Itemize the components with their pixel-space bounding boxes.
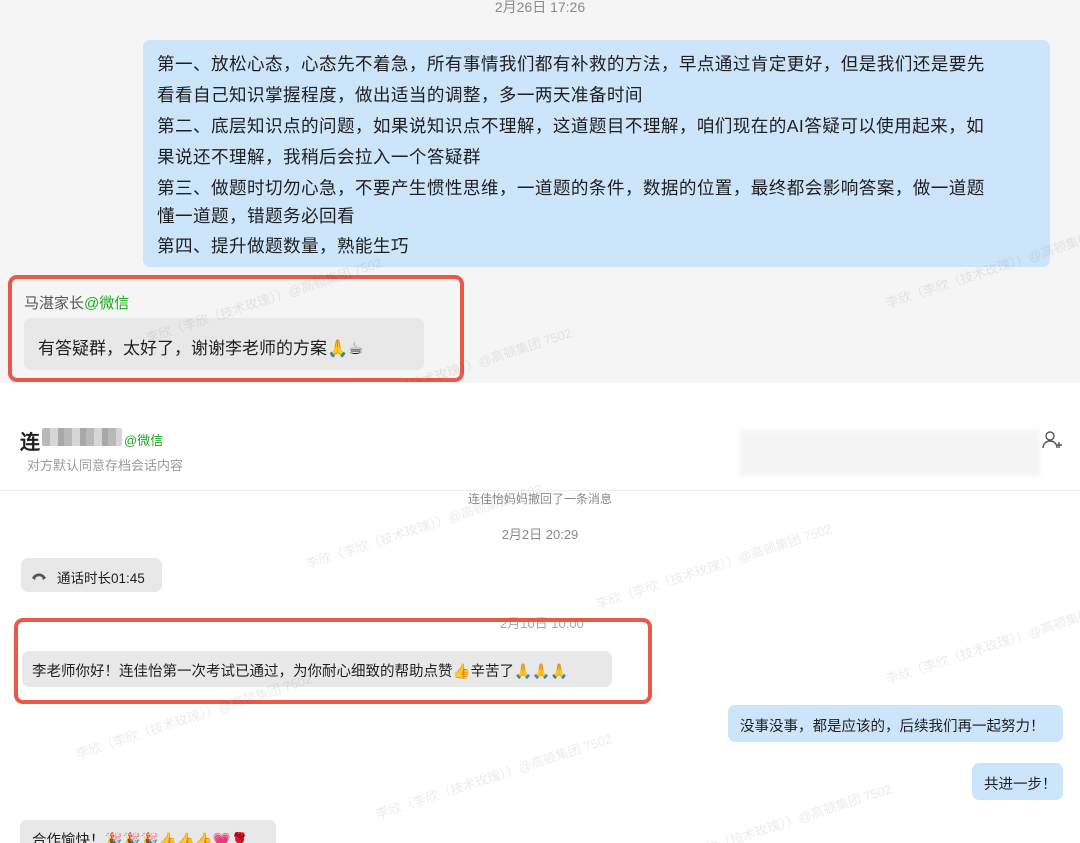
wechat-tag: @微信 xyxy=(124,433,164,448)
outgoing-message-bubble[interactable]: 共进一步！ xyxy=(972,763,1063,800)
add-contact-icon[interactable] xyxy=(1040,428,1064,452)
outgoing-message-bubble[interactable]: 没事没事，都是应该的，后续我们再一起努力！ xyxy=(728,705,1063,742)
blurred-area xyxy=(740,430,1040,476)
message-line: 果说还不理解，我稍后会拉入一个答疑群 xyxy=(157,147,481,167)
message-line: 第三、做题时切勿心急，不要产生惯性思维，一道题的条件，数据的位置，最终都会影响答… xyxy=(157,178,985,198)
highlight-box xyxy=(8,275,464,382)
message-line: 第一、放松心态，心态先不着急，所有事情我们都有补救的方法，早点通过肯定更好，但是… xyxy=(157,54,985,74)
message-line: 第四、提升做题数量，熟能生巧 xyxy=(157,236,409,256)
chat-timestamp: 2月26日 17:26 xyxy=(494,0,586,15)
call-duration: 通话时长01:45 xyxy=(57,571,145,586)
redacted-name xyxy=(42,428,122,446)
watermark: 李欣（李欣（技术玫瑰））@高顿集团 7502 xyxy=(654,781,894,843)
bottom-chat-panel: 连 @微信 对方默认同意存档会话内容 连佳怡妈妈撤回了一条消息 2月2日 20:… xyxy=(0,406,1080,843)
phone-icon xyxy=(31,569,47,580)
incoming-message-bubble[interactable]: 合作愉快！🎉🎉🎉👍👍👍💗🌹 xyxy=(20,820,276,843)
contact-name: 连 xyxy=(20,432,40,454)
message-line: 懂一道题，错题务必回看 xyxy=(157,206,355,226)
archive-notice: 对方默认同意存档会话内容 xyxy=(27,458,184,473)
watermark: 李欣（李欣（技术玫瑰））@高顿集团 7502 xyxy=(374,731,614,822)
watermark: 李欣（李欣（技术玫瑰））@高顿集团 7502 xyxy=(884,596,1080,687)
recall-notice: 连佳怡妈妈撤回了一条消息 xyxy=(467,492,612,506)
call-record-bubble[interactable]: 通话时长01:45 xyxy=(21,558,162,592)
message-text: 没事没事，都是应该的，后续我们再一起努力！ xyxy=(740,719,1045,735)
highlight-box xyxy=(14,618,652,704)
chat-timestamp: 2月2日 20:29 xyxy=(501,527,579,542)
outgoing-message-bubble[interactable]: 第一、放松心态，心态先不着急，所有事情我们都有补救的方法，早点通过肯定更好，但是… xyxy=(143,40,1050,267)
top-chat-panel: 2月26日 17:26 第一、放松心态，心态先不着急，所有事情我们都有补救的方法… xyxy=(0,0,1080,383)
message-text: 合作愉快！🎉🎉🎉👍👍👍💗🌹 xyxy=(32,833,249,843)
message-line: 第二、底层知识点的问题，如果说知识点不理解，这道题目不理解，咱们现在的AI答疑可… xyxy=(157,116,985,136)
message-text: 共进一步！ xyxy=(984,777,1057,793)
message-line: 看看自己知识掌握程度，做出适当的调整，多一两天准备时间 xyxy=(157,85,643,105)
